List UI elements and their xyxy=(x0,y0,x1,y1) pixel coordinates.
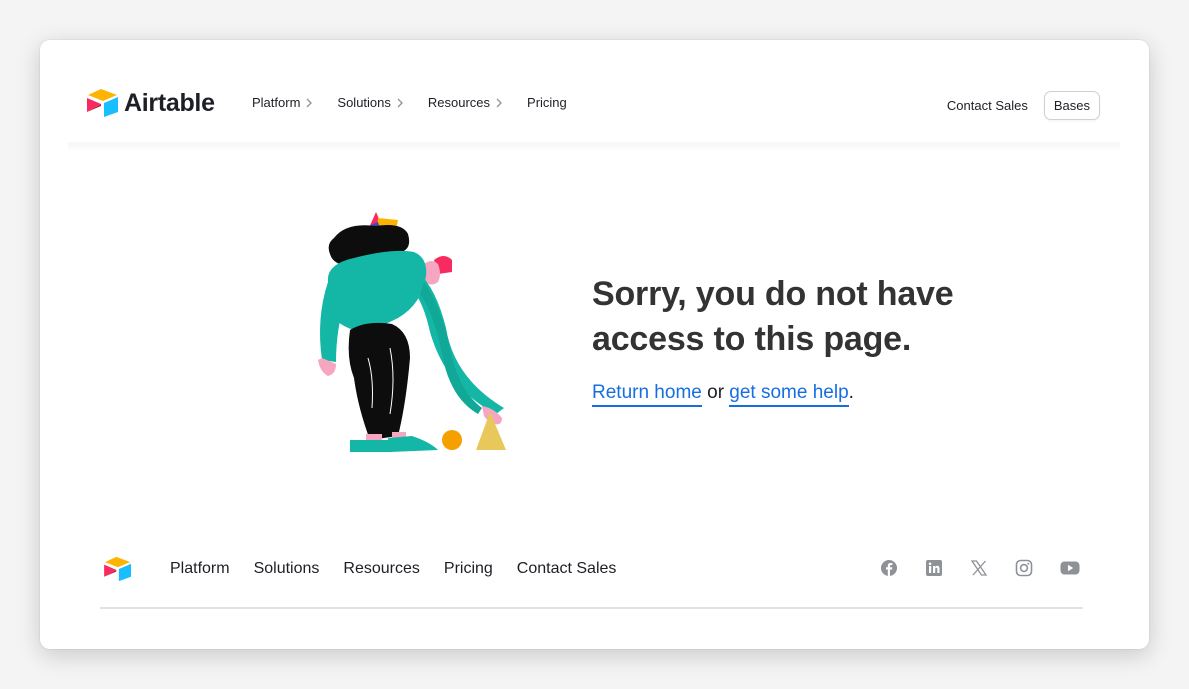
footer-link-solutions[interactable]: Solutions xyxy=(254,560,320,578)
instagram-icon[interactable] xyxy=(1015,559,1033,577)
linkedin-icon[interactable] xyxy=(925,559,943,577)
footer-link-contact-sales[interactable]: Contact Sales xyxy=(517,560,617,578)
footer-divider xyxy=(100,607,1083,609)
chevron-right-icon xyxy=(496,98,502,107)
chevron-right-icon xyxy=(397,98,403,107)
nav-label: Solutions xyxy=(337,95,391,110)
footer-nav: Platform Solutions Resources Pricing Con… xyxy=(170,560,640,578)
header-divider xyxy=(68,142,1120,152)
nav-label: Platform xyxy=(252,95,301,110)
footer-airtable-logo-icon[interactable] xyxy=(103,556,133,582)
access-denied-message: Sorry, you do not have access to this pa… xyxy=(592,272,954,407)
get-help-link[interactable]: get some help xyxy=(729,382,849,407)
social-links xyxy=(880,559,1107,577)
x-icon[interactable] xyxy=(970,559,988,577)
airtable-logo[interactable]: Airtable xyxy=(86,88,215,118)
return-home-link[interactable]: Return home xyxy=(592,382,702,407)
main-nav: Platform Solutions Resources Pricing xyxy=(252,95,592,110)
header-actions: Contact Sales Bases xyxy=(947,91,1100,120)
airtable-logo-icon xyxy=(87,89,118,117)
youtube-icon[interactable] xyxy=(1060,559,1080,577)
browser-window: Airtable Platform Solutions Resources Pr… xyxy=(40,40,1149,649)
or-text: or xyxy=(701,382,730,403)
contact-sales-link[interactable]: Contact Sales xyxy=(947,98,1028,113)
chevron-right-icon xyxy=(306,98,313,107)
site-header: Airtable Platform Solutions Resources Pr… xyxy=(40,40,1149,142)
headline-line-2: access to this page. xyxy=(592,320,912,358)
footer-link-resources[interactable]: Resources xyxy=(343,560,419,578)
brand-name: Airtable xyxy=(124,88,215,117)
nav-item-pricing[interactable]: Pricing xyxy=(527,95,567,110)
bases-button[interactable]: Bases xyxy=(1043,91,1100,120)
nav-label: Resources xyxy=(427,95,491,110)
footer-link-platform[interactable]: Platform xyxy=(170,560,230,578)
page-title: Sorry, you do not have access to this pa… xyxy=(592,272,954,362)
footer-link-pricing[interactable]: Pricing xyxy=(444,560,493,578)
help-text: Return home or get some help. xyxy=(592,382,953,407)
headline-line-1: Sorry, you do not have xyxy=(592,275,954,313)
period-text: . xyxy=(848,382,854,403)
error-illustration xyxy=(318,212,506,452)
nav-label: Pricing xyxy=(527,95,567,110)
nav-item-platform[interactable]: Platform xyxy=(252,95,313,110)
nav-item-solutions[interactable]: Solutions xyxy=(337,95,403,110)
nav-item-resources[interactable]: Resources xyxy=(428,95,502,110)
facebook-icon[interactable] xyxy=(880,559,898,577)
